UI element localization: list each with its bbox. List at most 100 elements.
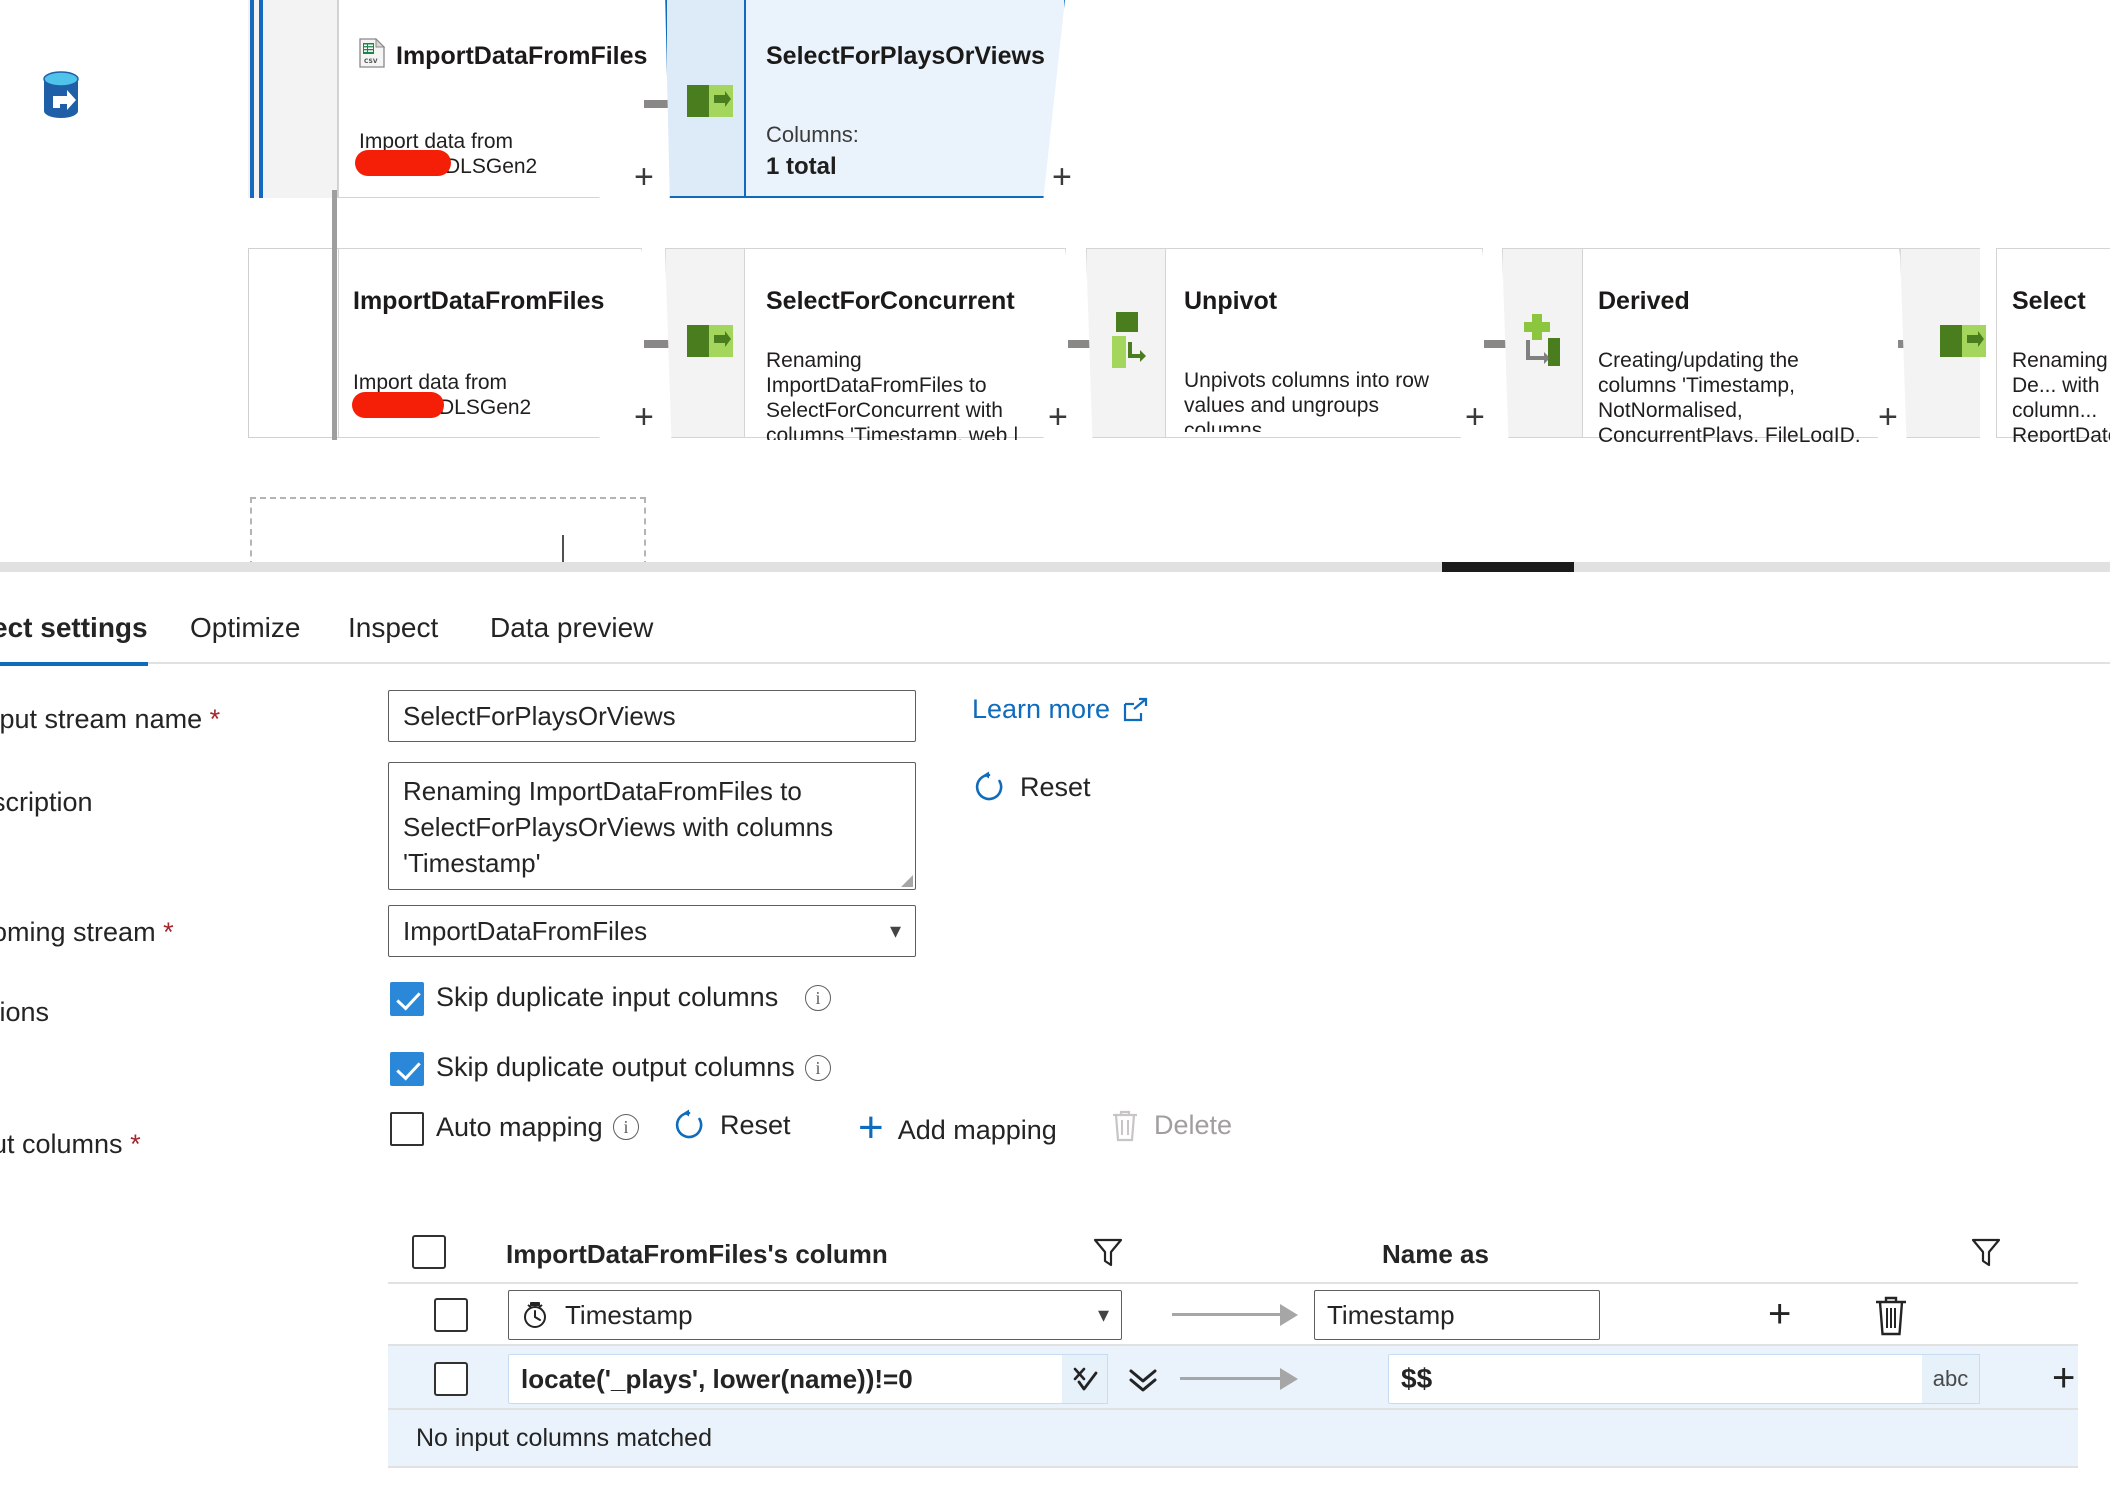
checkbox-row-2[interactable] <box>434 1362 468 1396</box>
checkbox-skip-duplicate-input-columns[interactable] <box>390 982 424 1016</box>
select-transform-icon-1 <box>687 85 733 117</box>
abc-type-badge-label-row-2: abc <box>1932 1366 1969 1391</box>
input-output-stream-name-value: SelectForPlaysOrViews <box>403 700 676 731</box>
external-link-icon <box>1123 697 1148 721</box>
select-incoming-stream-value: ImportDataFromFiles <box>403 915 648 946</box>
node-title-selectforplaysorviews: SelectForPlaysOrViews <box>766 42 1045 70</box>
label-description: scription <box>0 787 93 818</box>
data-flow-canvas[interactable]: CSV ImportDataFromFiles Import data from… <box>0 0 2110 562</box>
required-marker-1: * <box>209 704 221 734</box>
label-options: tions <box>0 997 49 1028</box>
source-column-value-row-1: Timestamp <box>565 1299 693 1330</box>
column-header-source: ImportDataFromFiles's column <box>506 1239 888 1269</box>
node-title-importdatafromfiles-row2: ImportDataFromFiles <box>353 287 605 315</box>
checkbox-select-all-rows[interactable] <box>412 1235 446 1269</box>
refresh-icon-mapping <box>675 1109 703 1139</box>
csv-file-icon: CSV <box>359 38 385 68</box>
info-icon-auto-mapping[interactable]: i <box>613 1114 639 1140</box>
plus-icon-row-1[interactable]: + <box>1768 1294 1791 1334</box>
filter-icon-name-as-column[interactable] <box>1968 1234 2004 1270</box>
double-chevron-down-icon-row-2[interactable] <box>1126 1366 1160 1396</box>
input-target-name-row-1[interactable]: Timestamp <box>1314 1290 1600 1340</box>
add-mapping-label: Add mapping <box>897 1114 1057 1145</box>
node-title-selectforconcurrent: SelectForConcurrent <box>766 287 1015 315</box>
filter-icon-source-column[interactable] <box>1090 1234 1126 1270</box>
delete-mapping-button[interactable]: Delete <box>1110 1108 1232 1142</box>
mapping-arrow-head-row-2 <box>1280 1368 1298 1390</box>
reset-description-button[interactable]: Reset <box>972 770 1091 804</box>
node-desc-selectforconcurrent: Renaming ImportDataFromFiles to SelectFo… <box>766 349 1019 440</box>
label-options-text: tions <box>0 997 50 1027</box>
settings-panel: ect settings Optimize Inspect Data previ… <box>0 572 2110 1510</box>
tab-inspect-label: Inspect <box>348 612 439 643</box>
add-node-handle-6[interactable]: + <box>1878 400 1898 434</box>
checkbox-auto-mapping[interactable] <box>390 1112 424 1146</box>
add-node-handle-1[interactable]: + <box>634 160 654 194</box>
node-desc-unpivot: Unpivots columns into row values and ung… <box>1184 369 1430 432</box>
panel-splitter[interactable] <box>0 562 2110 572</box>
target-name-value-row-1: Timestamp <box>1327 1299 1455 1330</box>
add-mapping-button[interactable]: + Add mapping <box>858 1106 1057 1152</box>
input-source-rule-row-2[interactable]: locate('_plays', lower(name))!=0 <box>508 1354 1108 1404</box>
source-node-rail <box>248 0 338 198</box>
unpivot-transform-icon <box>1112 312 1146 368</box>
learn-more-label: Learn more <box>972 694 1111 724</box>
no-input-columns-matched-message: No input columns matched <box>388 1410 2078 1468</box>
tab-optimize[interactable]: Optimize <box>190 592 300 664</box>
add-node-handle-4[interactable]: + <box>1048 400 1068 434</box>
mapping-arrow-line-row-1 <box>1172 1313 1280 1316</box>
label-input-columns-text: ut columns <box>0 1129 123 1159</box>
label-incoming-stream: oming stream * <box>0 917 174 948</box>
expression-editor-icon-row-2[interactable] <box>1062 1354 1108 1404</box>
node-desc-columns-label: Columns: <box>766 122 859 147</box>
label-auto-mapping: Auto mapping <box>436 1112 603 1142</box>
input-description[interactable]: Renaming ImportDataFromFiles to SelectFo… <box>388 762 916 890</box>
tab-select-settings-label: ect settings <box>0 612 148 643</box>
label-skip-duplicate-output-columns: Skip duplicate output columns <box>436 1052 795 1082</box>
redaction-mark-1 <box>355 150 451 176</box>
panel-resize-grip[interactable] <box>1442 562 1574 572</box>
delete-mapping-label: Delete <box>1154 1109 1233 1140</box>
app-root: CSV ImportDataFromFiles Import data from… <box>0 0 2110 1510</box>
label-output-stream-name-text: tput stream name <box>0 704 203 734</box>
label-output-stream-name: tput stream name * <box>0 704 220 735</box>
chevron-down-icon-incoming-stream: ▾ <box>889 918 901 943</box>
refresh-icon <box>975 771 1003 801</box>
tab-data-preview-label: Data preview <box>490 612 654 643</box>
plus-icon-row-2[interactable]: + <box>2052 1358 2075 1398</box>
source-node-container-lower[interactable] <box>248 248 338 438</box>
node-desc-columns-value: 1 total <box>766 154 837 179</box>
select-incoming-stream[interactable]: ImportDataFromFiles ▾ <box>388 905 916 957</box>
label-description-text: scription <box>0 787 93 817</box>
required-marker-3: * <box>130 1129 141 1159</box>
info-icon-skip-duplicate-output[interactable]: i <box>805 1055 831 1081</box>
label-input-columns: ut columns * <box>0 1129 141 1160</box>
node-desc-row2-line1: Import data from <box>353 371 508 394</box>
label-skip-duplicate-input-columns: Skip duplicate input columns <box>436 982 779 1012</box>
timestamp-clock-icon <box>524 1302 546 1328</box>
branch-connector-vertical <box>332 190 337 440</box>
add-node-handle-3[interactable]: + <box>634 400 654 434</box>
column-header-name-as: Name as <box>1382 1239 1489 1269</box>
ghost-node-placeholder[interactable] <box>250 497 646 562</box>
learn-more-link[interactable]: Learn more <box>972 694 1150 725</box>
add-node-handle-5[interactable]: + <box>1465 400 1485 434</box>
no-input-columns-matched-label: No input columns matched <box>416 1423 712 1452</box>
abc-type-badge-row-2[interactable]: abc <box>1922 1354 1980 1404</box>
tab-inspect[interactable]: Inspect <box>348 592 438 664</box>
checkbox-row-1[interactable] <box>434 1298 468 1332</box>
tab-data-preview[interactable]: Data preview <box>490 592 653 664</box>
tab-select-settings[interactable]: ect settings <box>0 592 148 666</box>
node-title-importdatafromfiles-source: ImportDataFromFiles <box>396 42 648 70</box>
select-source-column-row-1[interactable]: Timestamp ▾ <box>508 1290 1122 1340</box>
svg-text:CSV: CSV <box>364 58 378 65</box>
input-output-stream-name[interactable]: SelectForPlaysOrViews <box>388 690 916 742</box>
reset-mapping-button[interactable]: Reset <box>672 1108 791 1142</box>
trash-icon-delete <box>1113 1110 1137 1142</box>
trash-icon-row-1[interactable] <box>1872 1293 1910 1337</box>
info-icon-skip-duplicate-input[interactable]: i <box>805 985 831 1011</box>
input-target-rule-row-2[interactable]: $$ <box>1388 1354 1968 1404</box>
add-node-handle-2[interactable]: + <box>1052 160 1072 194</box>
mapping-arrow-head-row-1 <box>1280 1304 1298 1326</box>
checkbox-skip-duplicate-output-columns[interactable] <box>390 1052 424 1086</box>
